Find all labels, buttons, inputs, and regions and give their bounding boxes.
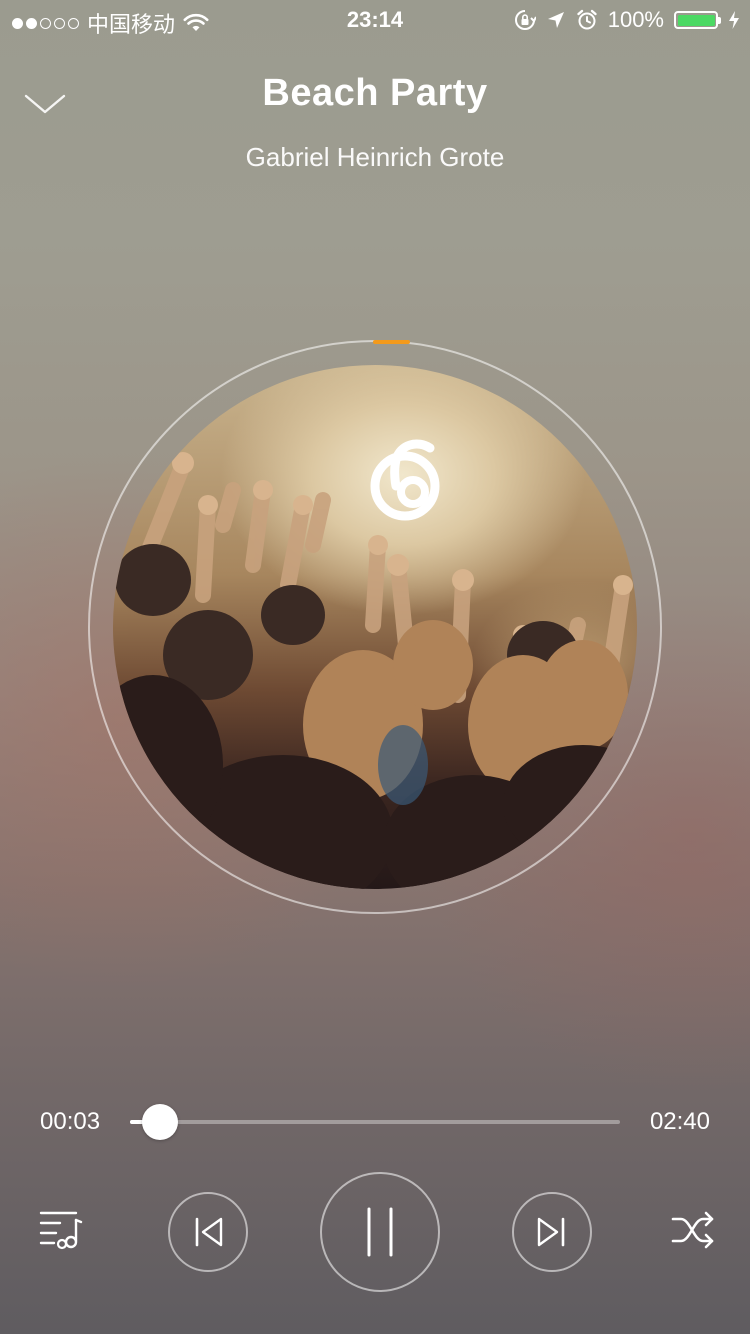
disc-ring-progress xyxy=(373,340,410,344)
status-bar: 中国移动 23:14 100% xyxy=(0,0,750,40)
battery-percent: 100% xyxy=(607,7,664,32)
shuffle-icon xyxy=(671,1211,714,1249)
pause-button[interactable] xyxy=(320,1172,440,1292)
next-button[interactable] xyxy=(512,1192,592,1272)
total-time: 02:40 xyxy=(649,1108,710,1135)
battery-icon xyxy=(674,11,721,29)
battery-level xyxy=(677,14,715,26)
next-track-icon xyxy=(537,1217,565,1247)
progress-thumb[interactable] xyxy=(142,1104,178,1140)
playlist-button[interactable] xyxy=(38,1207,84,1251)
alarm-clock-icon xyxy=(577,9,597,30)
song-title: Beach Party xyxy=(262,72,488,114)
location-arrow-icon xyxy=(547,12,564,28)
artist-name: Gabriel Heinrich Grote xyxy=(245,142,505,172)
status-right: 100% xyxy=(514,7,740,33)
previous-track-icon xyxy=(195,1217,223,1247)
charging-bolt-icon xyxy=(729,11,739,29)
current-time: 00:03 xyxy=(40,1108,101,1135)
rotation-lock-icon xyxy=(514,10,536,30)
playlist-icon xyxy=(39,1211,83,1250)
music-note-logo-icon xyxy=(360,434,456,530)
pause-icon xyxy=(367,1207,393,1257)
shuffle-button[interactable] xyxy=(670,1208,716,1252)
progress-track[interactable] xyxy=(130,1120,620,1124)
previous-button[interactable] xyxy=(168,1192,248,1272)
